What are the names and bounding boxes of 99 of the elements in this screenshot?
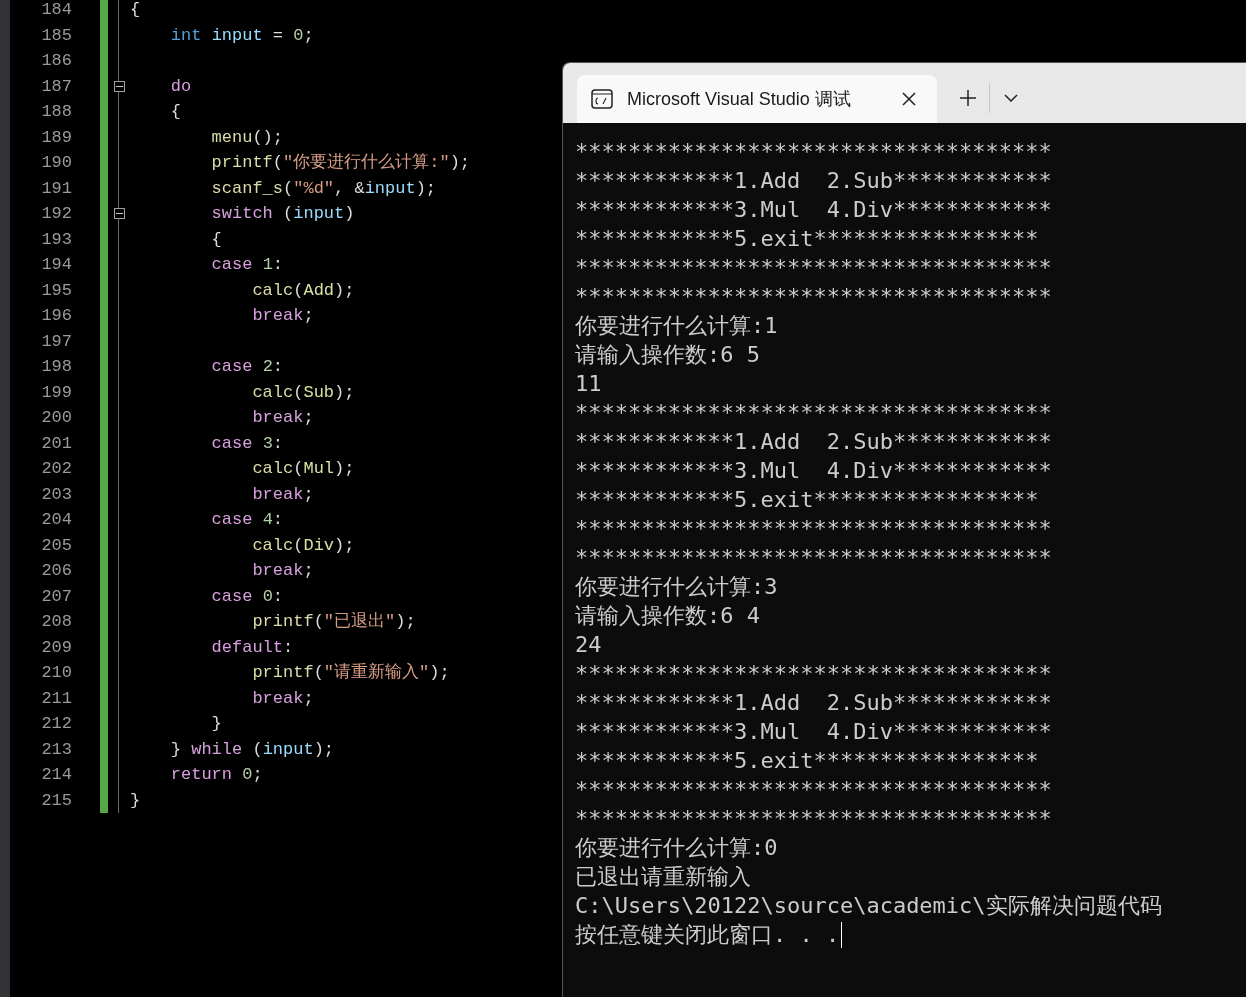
line-number: 189	[41, 126, 72, 149]
console-line: ************3.Mul 4.Div************	[575, 457, 1052, 485]
code-line: case 4:	[210, 509, 284, 531]
console-line: 你要进行什么计算:3	[575, 573, 778, 601]
console-line: ************1.Add 2.Sub************	[575, 689, 1052, 717]
console-line: 请输入操作数:6 5	[575, 341, 760, 369]
collapse-icon[interactable]	[113, 80, 125, 92]
line-number: 211	[41, 687, 72, 710]
code-line: calc(Div);	[251, 534, 355, 557]
line-number: 210	[41, 662, 72, 684]
console-line: ************************************	[575, 776, 1052, 804]
line-number: 202	[41, 458, 72, 480]
console-line: ************************************	[575, 254, 1052, 282]
line-number: 209	[41, 636, 72, 659]
console-line: 你要进行什么计算:0	[575, 834, 778, 862]
code-line: calc(Add);	[251, 279, 355, 302]
line-number: 192	[41, 203, 72, 225]
line-number: 207	[41, 585, 72, 608]
console-line: C:\Users\20122\source\academic\实际解决问题代码	[575, 892, 1162, 920]
console-line: ************5.exit*****************	[575, 486, 1039, 514]
console-line: 已退出请重新输入	[575, 863, 751, 891]
line-number: 196	[41, 305, 72, 327]
line-number: 212	[41, 713, 72, 735]
console-line: ************5.exit*****************	[575, 225, 1039, 253]
line-number: 187	[41, 75, 72, 98]
line-number: 205	[41, 534, 72, 557]
code-line: printf("你要进行什么计算:");	[210, 152, 471, 174]
console-line: ************************************	[575, 515, 1052, 543]
collapse-icon[interactable]	[113, 208, 125, 220]
line-number: 188	[41, 101, 72, 123]
code-line: printf("请重新输入");	[251, 662, 450, 684]
line-number: 190	[41, 152, 72, 174]
line-number: 214	[41, 764, 72, 786]
line-number: 198	[41, 356, 72, 378]
code-line: menu();	[210, 126, 284, 149]
console-line: ************************************	[575, 805, 1052, 833]
code-line: break;	[251, 687, 314, 710]
console-line: ************3.Mul 4.Div************	[575, 718, 1052, 746]
code-line: case 2:	[210, 356, 284, 378]
line-number: 185	[41, 24, 72, 47]
code-line: {	[130, 0, 141, 21]
line-number: 208	[41, 611, 72, 633]
code-line: printf("已退出");	[251, 611, 416, 633]
tab-title: Microsoft Visual Studio 调试	[627, 87, 852, 111]
line-number: 213	[41, 738, 72, 761]
console-line: ************************************	[575, 544, 1052, 572]
code-line: {	[210, 228, 222, 251]
code-line: switch (input)	[210, 203, 355, 225]
code-line: case 1:	[210, 254, 284, 276]
line-number: 195	[41, 279, 72, 302]
code-line: scanf_s("%d", &input);	[210, 177, 437, 200]
console-line: 请输入操作数:6 4	[575, 602, 760, 630]
line-number: 191	[41, 177, 72, 200]
console-line: ************5.exit*****************	[575, 747, 1039, 775]
code-line: int input = 0;	[169, 24, 314, 47]
line-number: 201	[41, 432, 72, 455]
console-line: 你要进行什么计算:1	[575, 312, 778, 340]
terminal-tab[interactable]: Microsoft Visual Studio 调试	[577, 75, 937, 123]
code-line: break;	[251, 407, 314, 429]
console-line: ************************************	[575, 138, 1052, 166]
code-line: break;	[251, 483, 314, 506]
code-line: default:	[210, 636, 294, 659]
close-icon	[902, 92, 916, 106]
code-line: do	[169, 75, 192, 98]
code-line: case 0:	[210, 585, 284, 608]
line-number: 206	[41, 560, 72, 582]
console-line: ************1.Add 2.Sub************	[575, 167, 1052, 195]
line-number: 194	[41, 254, 72, 276]
code-line: break;	[251, 305, 314, 327]
console-line: 按任意键关闭此窗口. . .	[575, 921, 840, 949]
console-line: ************************************	[575, 283, 1052, 311]
line-number: 186	[41, 50, 72, 72]
code-line: } while (input);	[169, 738, 335, 761]
code-line: break;	[251, 560, 314, 582]
code-line: {	[169, 101, 181, 123]
terminal-icon	[591, 89, 613, 109]
line-number: 199	[41, 381, 72, 404]
code-line: calc(Mul);	[251, 458, 355, 480]
line-number: 204	[41, 509, 72, 531]
console-line: ************3.Mul 4.Div************	[575, 196, 1052, 224]
line-number: 215	[41, 789, 72, 812]
chevron-down-icon	[1004, 94, 1018, 102]
line-number: 200	[41, 407, 72, 429]
console-line: 24	[575, 631, 602, 659]
code-line: }	[210, 713, 222, 735]
code-line: }	[130, 789, 141, 812]
code-line: case 3:	[210, 432, 284, 455]
console-line: ************1.Add 2.Sub************	[575, 428, 1052, 456]
console-line: ************************************	[575, 399, 1052, 427]
line-number: 203	[41, 483, 72, 506]
code-line: calc(Sub);	[251, 381, 355, 404]
console-line: ************************************	[575, 660, 1052, 688]
text-cursor	[841, 921, 843, 948]
line-number: 193	[41, 228, 72, 251]
plus-icon	[960, 90, 976, 106]
line-number: 184	[41, 0, 72, 21]
code-line: return 0;	[169, 764, 263, 786]
console-line: 11	[575, 370, 602, 398]
line-number: 197	[41, 330, 72, 353]
